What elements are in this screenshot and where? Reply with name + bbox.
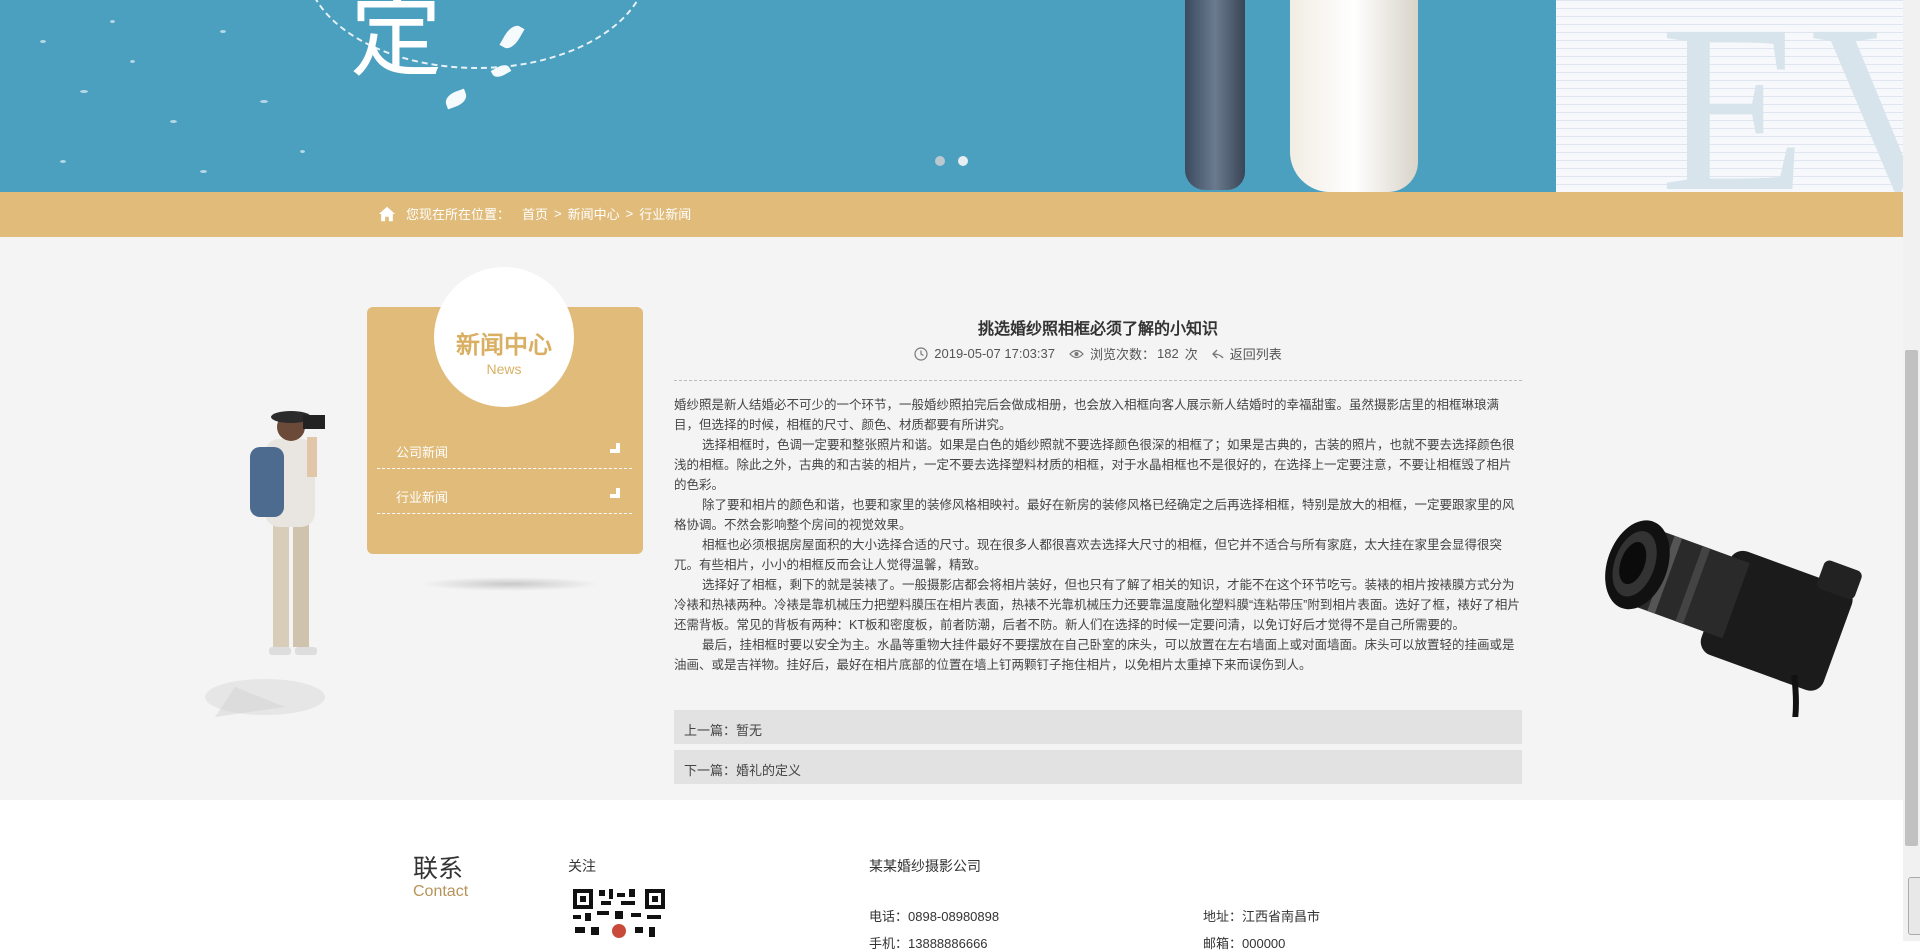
- article-date: 2019-05-07 17:03:37: [934, 346, 1055, 361]
- footer-phone: 电话：0898-08980898: [869, 909, 1000, 924]
- sidebar-item-company-news[interactable]: 公司新闻: [377, 424, 632, 469]
- sidebar-item-industry-news[interactable]: 行业新闻: [377, 469, 632, 514]
- qr-code-icon: [571, 887, 667, 941]
- footer-follow-label: 关注: [568, 858, 596, 874]
- sidebar-item-label: 公司新闻: [396, 445, 449, 460]
- footer-mobile: 手机：13888886666: [869, 936, 988, 951]
- camera-illustration: [1605, 520, 1862, 717]
- article-views-unit: 次: [1184, 347, 1198, 362]
- article-paragraph: 相框也必须根据房屋面积的大小选择合适的尺寸。现在很多人都很喜欢去选择大尺寸的相框…: [674, 538, 1503, 572]
- breadcrumb-separator: >: [625, 206, 634, 221]
- article-title: 挑选婚纱照相框必须了解的小知识: [977, 321, 1218, 338]
- article-views-count: 182: [1157, 346, 1179, 361]
- eye-icon: [1069, 349, 1084, 358]
- article-paragraph: 选择好了相框，剩下的就是装裱了。一般摄影店都会将相片装好，但也只有了解了相关的知…: [674, 578, 1520, 632]
- footer: 联系 Contact 关注 某某婚纱摄影公司 电话：0898-08980898 …: [0, 812, 1903, 951]
- breadcrumb-separator: >: [554, 206, 562, 221]
- sidebar-subtitle: News: [486, 361, 522, 377]
- footer-contact-subtitle: Contact: [413, 883, 469, 900]
- corner-icon: [610, 443, 620, 453]
- banner-bride-dress: [1290, 0, 1418, 192]
- footer-address: 地址：江西省南昌市: [1203, 909, 1321, 924]
- home-icon: [378, 206, 396, 221]
- banner-calligraphy: 定: [350, 0, 443, 88]
- floating-side-tab[interactable]: [1908, 877, 1920, 935]
- content-area: 新闻中心 News 公司新闻 行业新闻 挑选婚纱照相框必须了解的小知识 2019…: [0, 237, 1903, 800]
- scrollbar-thumb[interactable]: [1905, 350, 1918, 846]
- next-article-label[interactable]: 下一篇：婚礼的定义: [684, 760, 801, 779]
- breadcrumb-news-link[interactable]: 新闻中心: [568, 204, 620, 223]
- next-article[interactable]: 下一篇：婚礼的定义: [674, 750, 1522, 784]
- breadcrumb-bar: 您现在所在位置： 首页 > 新闻中心 > 行业新闻: [0, 192, 1903, 237]
- breadcrumb-prefix: 您现在所在位置：: [406, 207, 511, 222]
- article-paragraph: 选择相框时，色调一定要和整张照片和谐。如果是白色的婚纱照就不要选择颜色很深的相框…: [674, 438, 1515, 492]
- banner-leaf: [443, 88, 469, 110]
- article-divider: [674, 380, 1522, 381]
- prev-article-label: 上一篇：暂无: [684, 723, 763, 738]
- article-meta: 2019-05-07 17:03:37 浏览次数： 182 次 返回列表: [674, 344, 1522, 363]
- clock-icon: [914, 346, 928, 361]
- sidebar-shadow: [420, 577, 600, 591]
- footer-company-name: 某某婚纱摄影公司: [869, 858, 981, 874]
- corner-icon: [610, 488, 620, 498]
- breadcrumb: 您现在所在位置： 首页 > 新闻中心 > 行业新闻: [378, 204, 691, 223]
- article-paragraph: 除了要和相片的颜色和谐，也要和家里的装修风格相映衬。最好在新房的装修风格已经确定…: [674, 498, 1515, 532]
- sidebar-title: 新闻中心: [456, 332, 552, 359]
- banner-letters: EV: [1660, 0, 1903, 192]
- banner-slider[interactable]: 定 EV: [0, 0, 1903, 192]
- prev-article[interactable]: 上一篇：暂无: [674, 710, 1522, 744]
- sidebar-badge: 新闻中心 News: [434, 267, 574, 407]
- article-paragraph: 最后，挂相框时要以安全为主。水晶等重物大挂件最好不要摆放在自己卧室的床头，可以放…: [674, 638, 1515, 672]
- breadcrumb-home-link[interactable]: 首页: [522, 204, 548, 223]
- footer-contact-title: 联系: [413, 855, 464, 883]
- footer-email: 邮箱：000000: [1203, 936, 1286, 951]
- article-body: 婚纱照是新人结婚必不可少的一个环节，一般婚纱照拍完后会做成相册，也会放入相框向客…: [674, 395, 1522, 675]
- sidebar-item-label: 行业新闻: [396, 490, 449, 505]
- return-icon: [1211, 349, 1224, 358]
- page-scrollbar[interactable]: [1903, 0, 1920, 941]
- article-views-label: 浏览次数：: [1089, 347, 1155, 362]
- slide-dot-1[interactable]: [935, 156, 945, 166]
- banner-groom-legs: [1185, 0, 1245, 190]
- breadcrumb-industry-link[interactable]: 行业新闻: [639, 204, 691, 223]
- article-paragraph: 婚纱照是新人结婚必不可少的一个环节，一般婚纱照拍完后会做成相册，也会放入相框向客…: [674, 398, 1500, 432]
- photographer-illustration: [205, 411, 325, 717]
- back-to-list-link[interactable]: 返回列表: [1230, 344, 1282, 363]
- slide-dot-2[interactable]: [958, 156, 968, 166]
